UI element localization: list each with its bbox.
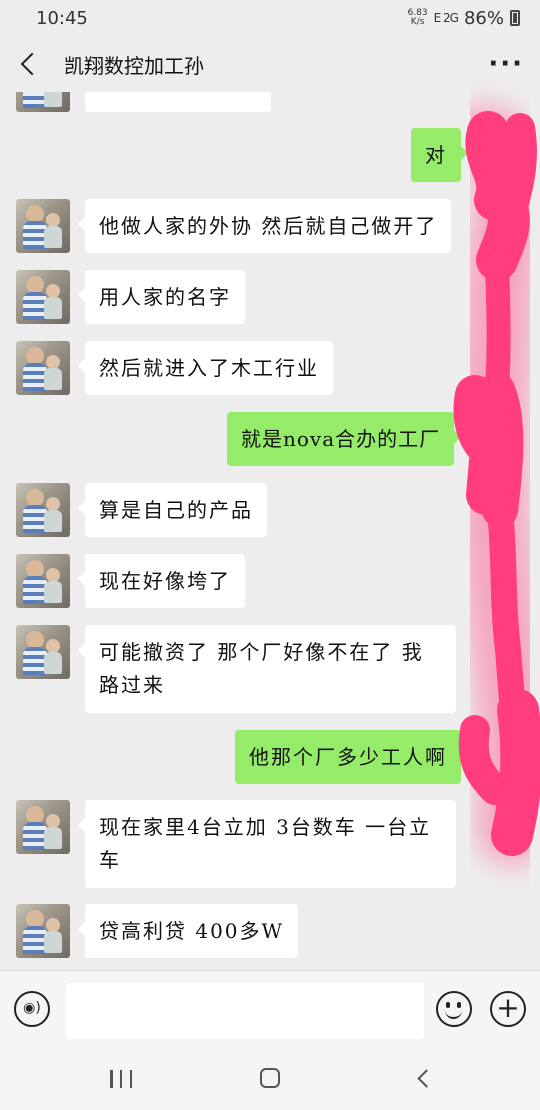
message-list[interactable]: 对 他做人家的外协 然后就自己做开了 用人家的名字 然后就进入了木工行业 就是n… xyxy=(0,92,540,970)
message-bubble[interactable]: 然后就进入了木工行业 xyxy=(78,341,333,395)
more-icon[interactable]: ··· xyxy=(488,49,524,79)
message-bubble[interactable]: 可能撤资了 那个厂好像不在了 我路过来 xyxy=(78,625,456,713)
status-icons: 6.83 K/s E 2G 86% xyxy=(408,8,520,29)
message-bubble[interactable]: 用人家的名字 xyxy=(78,270,245,324)
message-input[interactable] xyxy=(66,983,424,1039)
nav-back-icon[interactable] xyxy=(417,1069,436,1088)
avatar[interactable] xyxy=(16,270,70,324)
emoji-icon[interactable] xyxy=(436,991,472,1027)
message-bubble[interactable] xyxy=(85,92,271,112)
message-bubble[interactable]: 他做人家的外协 然后就自己做开了 xyxy=(77,199,452,253)
back-icon[interactable] xyxy=(20,52,44,76)
signal-icon: E 2G xyxy=(433,11,459,25)
avatar[interactable] xyxy=(16,341,70,395)
avatar[interactable] xyxy=(16,625,70,679)
message-bubble[interactable]: 贷高利贷 400多W xyxy=(77,904,299,958)
avatar[interactable] xyxy=(16,92,70,112)
message-bubble[interactable]: 他那个厂多少工人啊 xyxy=(235,730,468,784)
battery-icon xyxy=(510,10,520,26)
avatar[interactable] xyxy=(16,904,70,958)
voice-icon[interactable]: ◉) xyxy=(14,991,50,1027)
message-bubble[interactable]: 就是nova合办的工厂 xyxy=(227,412,462,466)
plus-icon[interactable]: + xyxy=(490,991,526,1027)
net-speed: 6.83 K/s xyxy=(408,9,428,27)
avatar[interactable] xyxy=(16,800,70,854)
system-nav-bar xyxy=(0,1052,540,1110)
input-bar: ◉) + xyxy=(0,970,540,1052)
message-bubble[interactable]: 现在家里4台立加 3台数车 一台立车 xyxy=(78,800,456,888)
message-bubble[interactable]: 现在好像垮了 xyxy=(78,554,245,608)
message-bubble[interactable]: 对 xyxy=(411,128,468,182)
home-icon[interactable] xyxy=(260,1068,280,1088)
chat-title: 凯翔数控加工孙 xyxy=(64,53,204,78)
net-speed-unit: K/s xyxy=(410,17,425,27)
message-bubble[interactable]: 算是自己的产品 xyxy=(78,483,267,537)
avatar[interactable] xyxy=(16,554,70,608)
recent-apps-icon[interactable] xyxy=(110,1070,132,1088)
battery-percent: 86% xyxy=(463,7,504,29)
avatar[interactable] xyxy=(16,199,70,253)
avatar[interactable] xyxy=(16,483,70,537)
status-time: 10:45 xyxy=(36,7,88,29)
status-bar: 10:45 6.83 K/s E 2G 86% xyxy=(0,0,540,36)
chat-header: 凯翔数控加工孙 ··· xyxy=(0,36,540,92)
